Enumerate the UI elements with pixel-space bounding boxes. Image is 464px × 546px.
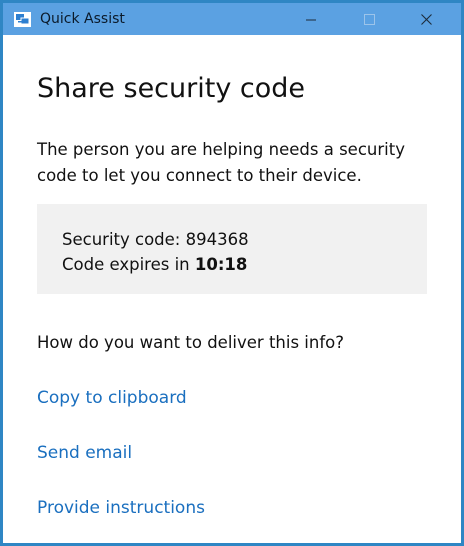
security-code-panel: Security code: 894368 Code expires in 10… [37,204,427,294]
provide-instructions-link[interactable]: Provide instructions [37,496,205,520]
security-code-line: Security code: 894368 [62,228,249,252]
code-expiry-label: Code expires in [62,255,195,274]
title-bar[interactable]: Quick Assist [3,3,461,35]
code-expiry-time: 10:18 [194,255,248,274]
security-code-value: 894368 [185,230,249,249]
window-title: Quick Assist [40,11,125,27]
close-icon [420,10,432,29]
delivery-question: How do you want to deliver this info? [37,333,344,352]
maximize-icon [363,10,375,29]
code-expiry-line: Code expires in 10:18 [62,253,247,277]
close-button[interactable] [403,3,449,35]
security-code-label: Security code: [62,230,186,249]
copy-to-clipboard-link[interactable]: Copy to clipboard [37,386,187,410]
minimize-button[interactable] [288,3,334,35]
description-text: The person you are helping needs a secur… [37,140,405,185]
quick-assist-icon [14,12,31,27]
quick-assist-window: Quick Assist Share security code The per… [0,0,464,546]
page-title: Share security code [37,73,305,104]
minimize-icon [305,10,317,29]
send-email-link[interactable]: Send email [37,441,132,465]
maximize-button[interactable] [346,3,392,35]
